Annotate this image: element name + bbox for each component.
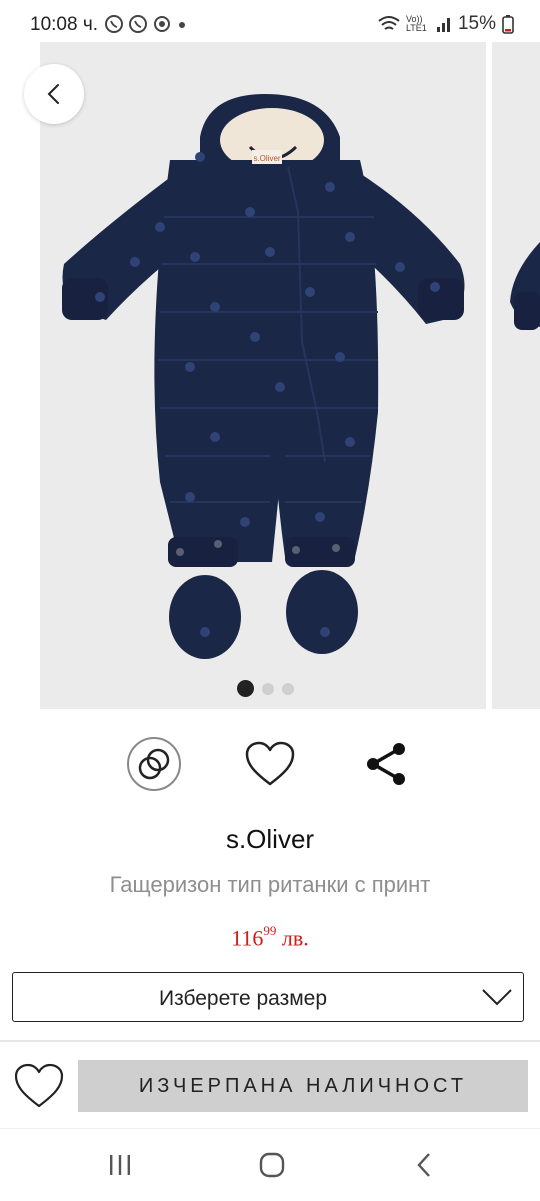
compare-rings-icon bbox=[127, 737, 181, 791]
battery-icon bbox=[502, 15, 514, 34]
product-image: s.Oliver bbox=[62, 94, 465, 659]
back-arrow-icon bbox=[417, 1153, 430, 1177]
camera-icon bbox=[154, 16, 170, 32]
viber-icon bbox=[105, 15, 123, 33]
share-icon bbox=[367, 743, 405, 785]
back-button[interactable] bbox=[24, 64, 84, 124]
next-image-peek[interactable] bbox=[492, 42, 540, 709]
size-select[interactable]: Изберете размер bbox=[12, 972, 524, 1022]
home-icon bbox=[259, 1152, 285, 1178]
chevron-left-icon bbox=[47, 84, 59, 104]
status-right: Vo)) LTE1 15% bbox=[378, 13, 514, 35]
price-currency: лв. bbox=[281, 925, 309, 951]
signal-icon bbox=[436, 18, 450, 32]
more-notifications-icon bbox=[179, 22, 185, 28]
heart-icon bbox=[14, 1063, 64, 1108]
notification-icons bbox=[104, 14, 188, 34]
price-cents: 99 bbox=[263, 923, 277, 938]
heart-icon bbox=[245, 741, 295, 786]
next-image-preview bbox=[510, 242, 540, 330]
wishlist-bottom-button[interactable] bbox=[12, 1060, 66, 1112]
home-button[interactable] bbox=[252, 1149, 292, 1181]
pagination-dot[interactable] bbox=[237, 680, 254, 697]
pagination-dot[interactable] bbox=[282, 682, 294, 695]
chevron-down-icon bbox=[482, 989, 512, 1006]
out-of-stock-button[interactable]: ИЗЧЕРПАНА НАЛИЧНОСТ bbox=[78, 1060, 528, 1112]
network-label: Vo)) LTE1 bbox=[405, 14, 427, 33]
gallery-pagination bbox=[237, 680, 294, 697]
system-navigation-bar bbox=[0, 1128, 540, 1201]
wifi-icon bbox=[378, 16, 400, 30]
product-name: Гащеризон тип ританки с принт bbox=[109, 872, 431, 897]
pagination-dot[interactable] bbox=[262, 682, 274, 695]
product-logo-text: s.Oliver bbox=[253, 154, 280, 163]
price-main: 116 bbox=[231, 925, 264, 951]
wishlist-button[interactable] bbox=[242, 736, 298, 792]
status-time: 10:08 ч. bbox=[30, 14, 99, 35]
status-bar: 10:08 ч. Vo)) LTE1 15% bbox=[0, 0, 540, 48]
product-price: 11699 лв. bbox=[0, 923, 540, 951]
divider bbox=[0, 1040, 540, 1042]
battery-level: 15% bbox=[457, 13, 496, 34]
size-select-label: Изберете размер bbox=[158, 987, 328, 1010]
viber-icon bbox=[129, 15, 147, 33]
compare-button[interactable] bbox=[126, 736, 182, 792]
system-back-button[interactable] bbox=[404, 1149, 444, 1181]
recent-apps-icon bbox=[110, 1155, 130, 1175]
product-brand: s.Oliver bbox=[225, 824, 315, 854]
share-button[interactable] bbox=[358, 736, 414, 792]
recent-apps-button[interactable] bbox=[100, 1149, 140, 1181]
product-image-gallery[interactable]: s.Oliver bbox=[40, 42, 486, 709]
